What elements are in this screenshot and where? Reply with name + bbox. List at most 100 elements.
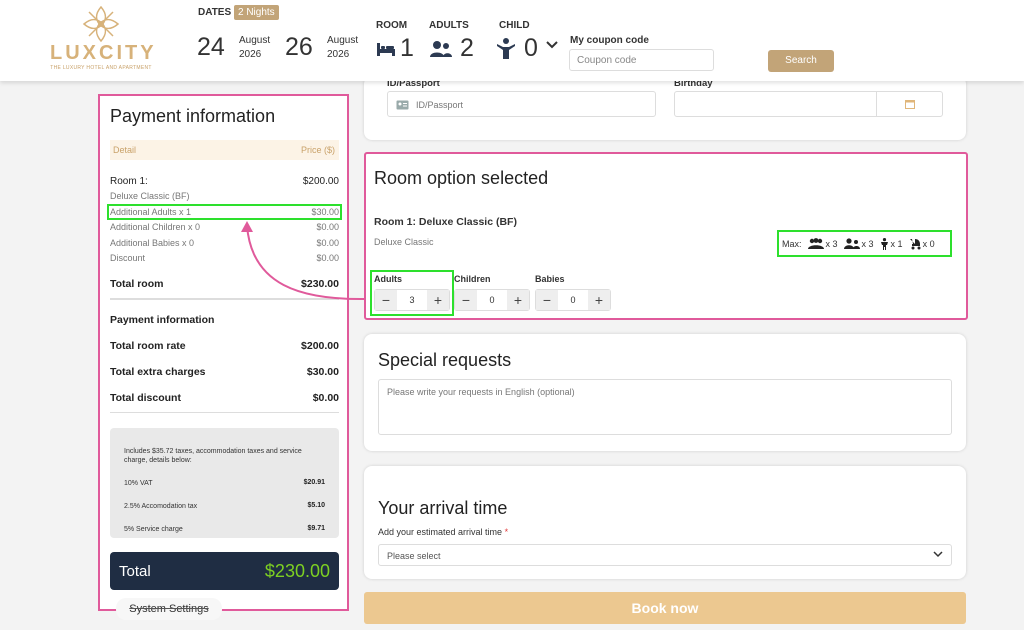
brand-tagline: THE LUXURY HOTEL AND APARTMENT — [50, 65, 152, 71]
arrival-time-card: Your arrival time Add your estimated arr… — [364, 466, 966, 579]
price-col-header: Price ($) — [300, 145, 335, 155]
birthday-input[interactable] — [674, 91, 943, 117]
system-settings-button[interactable]: System Settings — [116, 598, 222, 620]
room1-label: Room 1: — [110, 176, 148, 187]
room-count: 1 — [400, 34, 414, 62]
adults-count: 2 — [460, 34, 474, 62]
room1-type: Deluxe Classic (BF) — [110, 191, 190, 201]
special-requests-title: Special requests — [378, 350, 512, 370]
grand-total: Total $230.00 — [110, 552, 339, 590]
summary-label: Total room rate — [110, 340, 186, 352]
arrival-hint-text: Add your estimated arrival time — [378, 527, 503, 537]
nights-badge: 2 Nights — [234, 5, 279, 20]
payment-panel: Payment information Detail Price ($) Roo… — [98, 94, 349, 611]
coupon-input[interactable]: Coupon code — [569, 49, 714, 71]
chevron-down-icon[interactable] — [546, 40, 558, 49]
special-requests-card: Special requests Please write your reque… — [364, 334, 966, 451]
total-room-row: Total room $230.00 — [110, 278, 339, 290]
adults-selector[interactable]: 2 — [430, 34, 474, 63]
coupon-label: My coupon code — [570, 35, 649, 46]
adults-icon — [843, 238, 860, 249]
babies-value[interactable]: 0 — [558, 290, 588, 310]
tax-label: 5% Service charge — [124, 526, 183, 533]
child-count: 0 — [524, 34, 538, 62]
brand-name: LUXCITY — [50, 42, 157, 64]
grand-total-value: $230.00 — [264, 561, 330, 581]
arrival-time-hint: Add your estimated arrival time * — [378, 527, 508, 537]
divider — [110, 298, 339, 300]
summary-row: Total room rate $200.00 — [110, 340, 339, 352]
room-label: ROOM — [376, 20, 408, 31]
child-icon — [880, 237, 888, 250]
children-value[interactable]: 0 — [477, 290, 507, 310]
room-selector[interactable]: 1 — [376, 34, 414, 63]
calendar-icon[interactable] — [905, 99, 915, 109]
special-requests-textarea[interactable]: Please write your requests in English (o… — [378, 379, 952, 435]
checkin-month-year[interactable]: August 2026 — [239, 34, 270, 62]
checkin-day[interactable]: 24 — [197, 33, 225, 62]
arrival-select-value: Please select — [387, 551, 441, 561]
adults-label: ADULTS — [429, 20, 469, 31]
babies-increment-button[interactable]: + — [588, 290, 610, 310]
tax-note: Includes $35.72 taxes, accommodation tax… — [124, 448, 302, 464]
summary-label: Total extra charges — [110, 366, 206, 378]
book-now-button[interactable]: Book now — [364, 592, 966, 624]
additional-children-row: Additional Children x 0 $0.00 — [110, 222, 339, 232]
children-stepper-group: Children − 0 + — [454, 274, 530, 311]
babies-decrement-button[interactable]: − — [536, 290, 558, 310]
max-adults: x 3 — [843, 238, 874, 249]
total-room-value: $230.00 — [301, 278, 339, 290]
search-button[interactable]: Search — [768, 50, 834, 72]
summary-value: $200.00 — [301, 340, 339, 352]
row-value: $30.00 — [311, 207, 339, 217]
summary-row: Total extra charges $30.00 — [110, 366, 339, 378]
tax-value: $9.71 — [307, 525, 325, 532]
adults-highlight — [370, 270, 454, 316]
child-icon — [497, 37, 515, 59]
room-option-title: Room option selected — [374, 168, 549, 188]
payment-info-heading: Payment information — [110, 314, 215, 326]
lotus-logo-icon — [82, 5, 120, 43]
selected-room-name: Room 1: Deluxe Classic (BF) — [374, 216, 517, 228]
arrival-time-select[interactable]: Please select — [378, 544, 952, 566]
additional-adults-row: Additional Adults x 1 $30.00 — [107, 204, 342, 220]
tax-value: $20.91 — [303, 479, 325, 486]
child-selector[interactable]: 0 — [496, 34, 558, 63]
grand-total-label: Total — [119, 563, 151, 580]
brand-logo[interactable]: LUXCITY THE LUXURY HOTEL AND APARTMENT — [50, 4, 157, 74]
child-label: CHILD — [499, 20, 530, 31]
guest-details-card: ID/Passport ID/Passport Birthday — [364, 76, 966, 140]
checkout-month-year[interactable]: August 2026 — [327, 34, 358, 62]
row-value: $0.00 — [316, 253, 339, 263]
tax-label: 2.5% Accomodation tax — [124, 503, 198, 510]
children-increment-button[interactable]: + — [507, 290, 529, 310]
room1-row: Room 1: $200.00 — [110, 176, 339, 187]
babies-stepper-group: Babies − 0 + — [535, 274, 611, 311]
checkin-month: August — [239, 35, 271, 46]
row-label: Discount — [110, 253, 146, 263]
summary-label: Total discount — [110, 392, 181, 404]
max-group: x 3 — [807, 238, 838, 249]
stroller-icon — [909, 238, 921, 249]
users-icon — [430, 40, 452, 57]
max-babies: x 0 — [909, 238, 935, 250]
chevron-down-icon — [933, 551, 943, 558]
tax-breakdown: Includes $35.72 taxes, accommodation tax… — [110, 428, 339, 538]
id-passport-input[interactable]: ID/Passport — [387, 91, 656, 117]
max-label: Max: — [782, 238, 802, 249]
children-decrement-button[interactable]: − — [455, 290, 477, 310]
row-value: $0.00 — [316, 238, 339, 248]
max-value: x 3 — [825, 238, 838, 249]
max-children: x 1 — [880, 237, 903, 250]
arrival-time-title: Your arrival time — [378, 498, 508, 518]
max-occupancy: Max: x 3 x 3 x 1 x 0 — [777, 230, 952, 257]
discount-row: Discount $0.00 — [110, 253, 339, 263]
detail-col-header: Detail — [113, 145, 137, 155]
row-label: Additional Children x 0 — [110, 222, 201, 232]
dates-label: DATES — [198, 7, 232, 18]
payment-title: Payment information — [110, 106, 276, 126]
checkout-day[interactable]: 26 — [285, 33, 313, 62]
children-stepper: − 0 + — [454, 289, 530, 311]
max-value: x 1 — [890, 238, 903, 249]
room1-price: $200.00 — [302, 176, 339, 187]
